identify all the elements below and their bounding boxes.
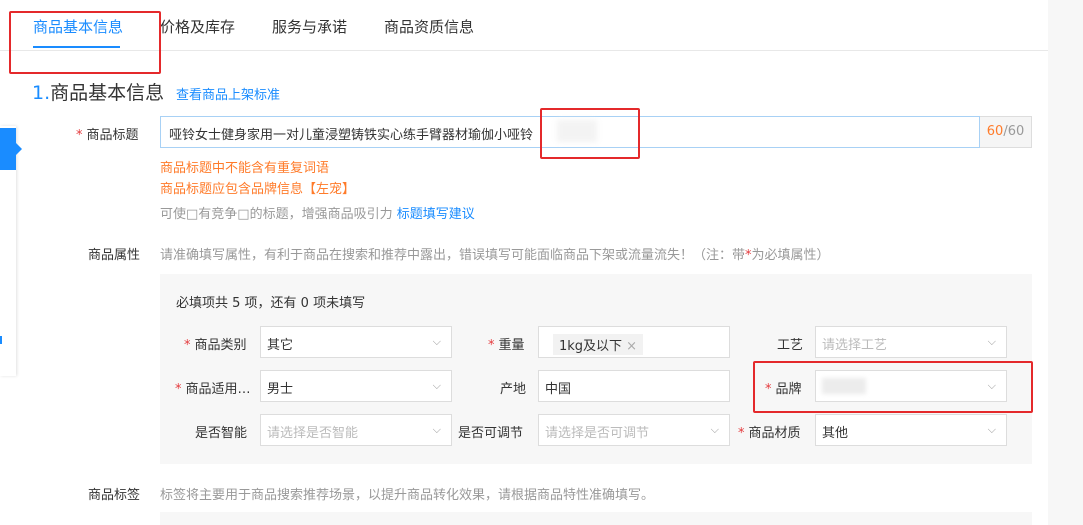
gender-select[interactable]: 男士 ⌵ — [260, 370, 452, 402]
required-count: 必填项共 5 项，还有 0 项未填写 — [176, 296, 366, 311]
origin-value: 中国 — [545, 382, 572, 397]
char-count-current: 60 — [986, 124, 1004, 139]
material-label-text: 商品材质 — [748, 426, 801, 441]
close-icon[interactable]: × — [626, 339, 637, 354]
required-mark: * — [175, 382, 182, 397]
weight-label: * 重量 — [488, 334, 525, 353]
title-hint-text: 可使□有竞争□的标题，增强商品吸引力 — [160, 207, 393, 222]
required-mark: * — [184, 338, 191, 353]
tags-panel — [160, 512, 1032, 525]
weight-select[interactable]: 1kg及以下 × — [538, 326, 730, 358]
required-mark: * — [76, 128, 83, 143]
brand-label-text: 品牌 — [775, 382, 802, 397]
category-select[interactable]: 其它 ⌵ — [260, 326, 452, 358]
product-edit-page: 商品基本信息 价格及库存 服务与承诺 商品资质信息 1.商品基本信息 查看商品上… — [0, 0, 1083, 525]
required-mark: * — [738, 426, 745, 441]
gender-label-text: 商品适用… — [185, 382, 251, 397]
attributes-note-tail: 为必填属性） — [751, 248, 830, 263]
weight-value: 1kg及以下 — [559, 339, 623, 354]
title-writing-tips-link[interactable]: 标题填写建议 — [397, 207, 475, 222]
left-side-panel — [0, 126, 22, 376]
title-label: * 商品标题 — [76, 124, 139, 143]
active-tab-indicator — [33, 46, 120, 48]
chevron-down-icon: ⌵ — [432, 423, 441, 436]
material-label: * 商品材质 — [738, 422, 801, 441]
chevron-down-icon: ⌵ — [432, 379, 441, 392]
section-title-text: 商品基本信息 — [50, 82, 165, 104]
attributes-note-text: 请准确填写属性，有利于商品在搜索和推荐中露出，错误填写可能面临商品下架或流量流失… — [160, 248, 746, 263]
origin-input[interactable]: 中国 — [538, 370, 730, 402]
required-mark: * — [488, 338, 495, 353]
brand-label: * 品牌 — [765, 378, 802, 397]
tab-basic-info[interactable]: 商品基本信息 — [33, 16, 123, 37]
right-gutter — [1048, 0, 1083, 525]
chevron-down-icon: ⌵ — [987, 423, 996, 436]
side-panel-toggle[interactable] — [0, 128, 22, 170]
title-char-counter: 60/60 — [980, 116, 1032, 148]
title-label-text: 商品标题 — [86, 128, 139, 143]
weight-label-text: 重量 — [498, 338, 525, 353]
chevron-down-icon: ⌵ — [710, 423, 719, 436]
section-title: 1.商品基本信息 — [32, 78, 164, 105]
category-label-text: 商品类别 — [194, 338, 247, 353]
smart-select[interactable]: 请选择是否智能 ⌵ — [260, 414, 452, 446]
material-select[interactable]: 其他 ⌵ — [815, 414, 1007, 446]
chevron-down-icon: ⌵ — [432, 335, 441, 348]
section-number: 1. — [32, 82, 51, 104]
redacted-brand — [822, 378, 866, 394]
smart-placeholder: 请选择是否智能 — [267, 426, 359, 441]
chevron-down-icon: ⌵ — [987, 379, 996, 392]
tab-qualification[interactable]: 商品资质信息 — [384, 16, 474, 37]
tab-price-stock[interactable]: 价格及库存 — [160, 16, 235, 37]
required-mark: * — [765, 382, 772, 397]
attributes-label: 商品属性 — [88, 248, 141, 263]
craft-placeholder: 请选择工艺 — [822, 338, 888, 353]
tags-label: 商品标签 — [88, 488, 141, 503]
tags-note: 标签将主要用于商品搜索推荐场景，以提升商品转化效果，请根据商品特性准确填写。 — [160, 488, 655, 503]
weight-tag: 1kg及以下 × — [553, 334, 643, 355]
craft-label: 工艺 — [777, 338, 804, 353]
chevron-down-icon: ⌵ — [987, 335, 996, 348]
side-panel-indicator — [0, 336, 2, 344]
category-label: * 商品类别 — [184, 334, 247, 353]
redacted-area — [557, 120, 597, 142]
char-count-max: /60 — [1003, 124, 1025, 139]
tab-service-commitment[interactable]: 服务与承诺 — [272, 16, 347, 37]
attributes-note: 请准确填写属性，有利于商品在搜索和推荐中露出，错误填写可能面临商品下架或流量流失… — [160, 244, 830, 263]
category-value: 其它 — [267, 338, 294, 353]
material-value: 其他 — [822, 426, 849, 441]
craft-select[interactable]: 请选择工艺 ⌵ — [815, 326, 1007, 358]
tab-bar: 商品基本信息 价格及库存 服务与承诺 商品资质信息 — [0, 0, 1048, 51]
brand-select[interactable]: ⌵ — [815, 370, 1007, 402]
title-warning-brand: 商品标题应包含品牌信息【左宠】 — [160, 182, 356, 197]
title-hint: 可使□有竞争□的标题，增强商品吸引力 标题填写建议 — [160, 203, 475, 222]
gender-label: * 商品适用… — [175, 378, 251, 397]
adjustable-select[interactable]: 请选择是否可调节 ⌵ — [538, 414, 730, 446]
title-warning-duplicate: 商品标题中不能含有重复词语 — [160, 161, 330, 176]
adjustable-label: 是否可调节 — [458, 426, 524, 441]
gender-value: 男士 — [267, 382, 294, 397]
adjustable-placeholder: 请选择是否可调节 — [545, 426, 650, 441]
smart-label: 是否智能 — [195, 426, 248, 441]
origin-label: 产地 — [500, 382, 527, 397]
listing-standard-link[interactable]: 查看商品上架标准 — [176, 84, 280, 103]
